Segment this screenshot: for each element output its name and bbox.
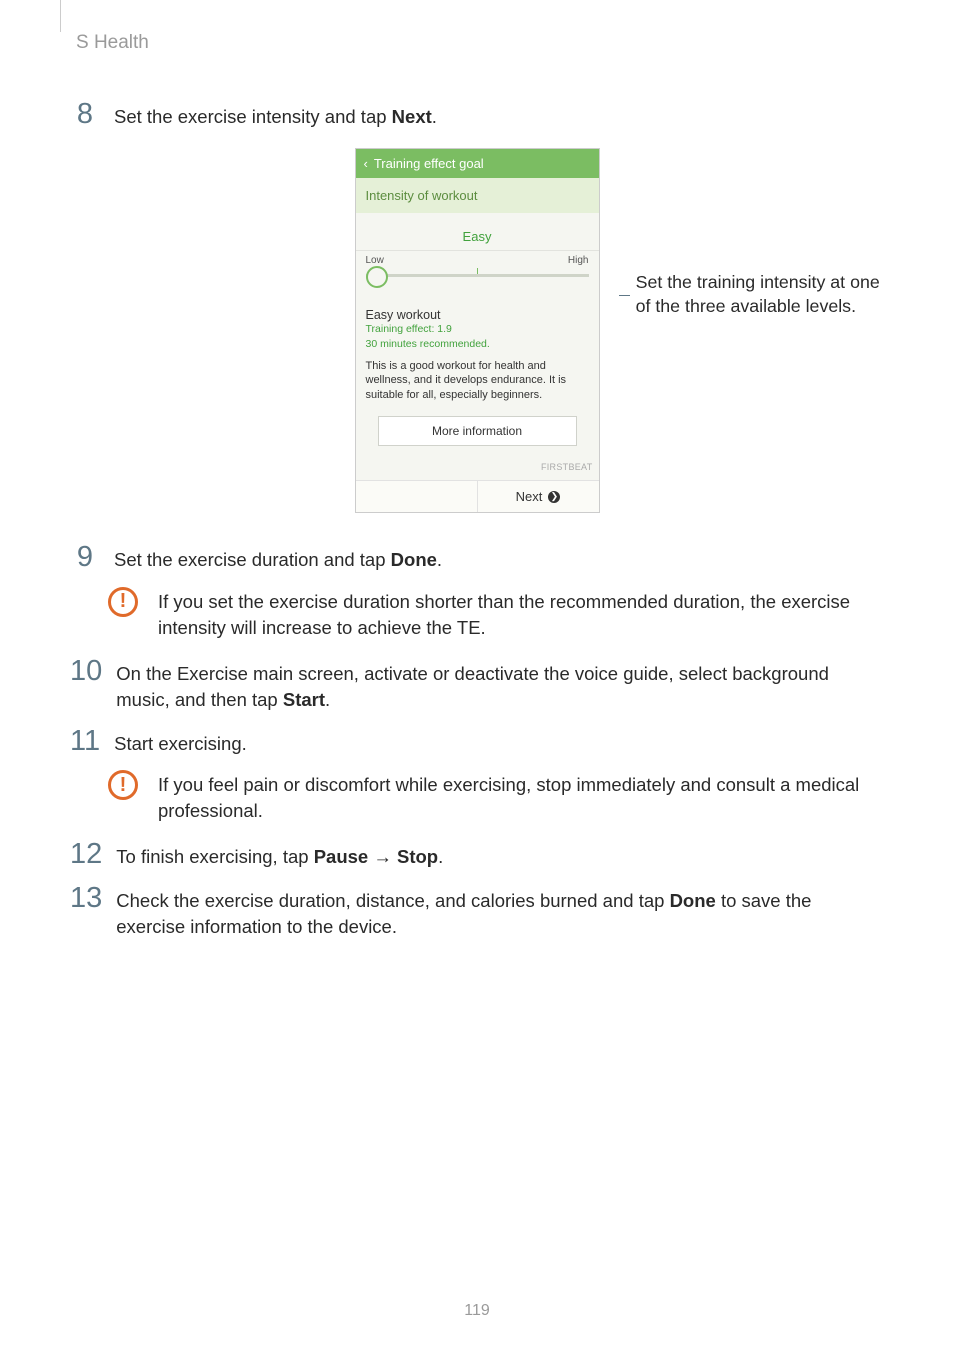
workout-description: This is a good workout for health and we… <box>356 351 599 416</box>
step-bold: Pause <box>314 846 369 867</box>
training-effect-line1: Training effect: 1.9 <box>356 322 599 337</box>
step-bold: Start <box>283 689 325 710</box>
step-10: 10 On the Exercise main screen, activate… <box>70 657 884 713</box>
step-text: On the Exercise main screen, activate or… <box>116 663 829 710</box>
callout-leader-line <box>619 295 630 296</box>
phone-titlebar[interactable]: ‹ Training effect goal <box>356 149 599 178</box>
arrow-separator: → <box>368 846 397 867</box>
caution-notice: ! If you set the exercise duration short… <box>108 587 884 641</box>
more-information-button[interactable]: More information <box>378 416 577 446</box>
intensity-header: Intensity of workout <box>356 178 599 213</box>
intensity-level-label: Easy <box>356 213 599 251</box>
step-post: . <box>325 689 330 710</box>
intensity-slider[interactable] <box>366 268 589 298</box>
slider-track <box>366 274 589 277</box>
caution-icon: ! <box>108 770 138 800</box>
next-button[interactable]: Next ❯ <box>478 481 599 512</box>
step-bold: Stop <box>397 846 438 867</box>
step-number: 12 <box>70 840 102 869</box>
step-text: Start exercising. <box>114 733 247 754</box>
training-effect-line2: 30 minutes recommended. <box>356 337 599 352</box>
step-bold: Done <box>391 549 437 570</box>
step-8: 8 Set the exercise intensity and tap Nex… <box>70 100 884 130</box>
notice-text: If you set the exercise duration shorter… <box>158 587 884 641</box>
step-bold: Done <box>670 890 716 911</box>
callout-text: Set the training intensity at one of the… <box>636 270 884 318</box>
notice-text: If you feel pain or discomfort while exe… <box>158 770 884 824</box>
step-number: 10 <box>70 657 102 686</box>
slider-tick <box>477 268 478 274</box>
back-chevron-icon[interactable]: ‹ <box>364 156 368 171</box>
step-bold: Next <box>392 106 432 127</box>
figure-row: ‹ Training effect goal Intensity of work… <box>70 148 884 513</box>
step-number: 8 <box>70 100 100 129</box>
page-number: 119 <box>0 1302 954 1320</box>
step-12: 12 To finish exercising, tap Pause → Sto… <box>70 840 884 870</box>
slider-knob[interactable] <box>366 266 388 288</box>
next-arrow-icon: ❯ <box>548 491 560 503</box>
page-header: S Health <box>76 32 149 54</box>
step-post: . <box>437 549 442 570</box>
brand-label: FIRSTBEAT <box>356 456 599 474</box>
step-text: Check the exercise duration, distance, a… <box>116 890 669 911</box>
step-9: 9 Set the exercise duration and tap Done… <box>70 543 884 573</box>
step-number: 11 <box>70 727 100 756</box>
workout-name: Easy workout <box>356 308 599 322</box>
phone-screenshot: ‹ Training effect goal Intensity of work… <box>355 148 600 513</box>
phone-title: Training effect goal <box>374 156 484 171</box>
step-post: . <box>438 846 443 867</box>
footer-blank <box>356 481 478 512</box>
step-post: . <box>432 106 437 127</box>
step-13: 13 Check the exercise duration, distance… <box>70 884 884 940</box>
scale-high: High <box>568 255 589 266</box>
step-11: 11 Start exercising. <box>70 727 884 757</box>
caution-icon: ! <box>108 587 138 617</box>
next-label: Next <box>516 489 543 504</box>
step-text: Set the exercise duration and tap <box>114 549 391 570</box>
caution-notice: ! If you feel pain or discomfort while e… <box>108 770 884 824</box>
step-number: 13 <box>70 884 102 913</box>
callout: Set the training intensity at one of the… <box>619 270 884 318</box>
step-text: Set the exercise intensity and tap <box>114 106 392 127</box>
step-number: 9 <box>70 543 100 572</box>
step-text: To finish exercising, tap <box>116 846 313 867</box>
scale-low: Low <box>366 255 384 266</box>
